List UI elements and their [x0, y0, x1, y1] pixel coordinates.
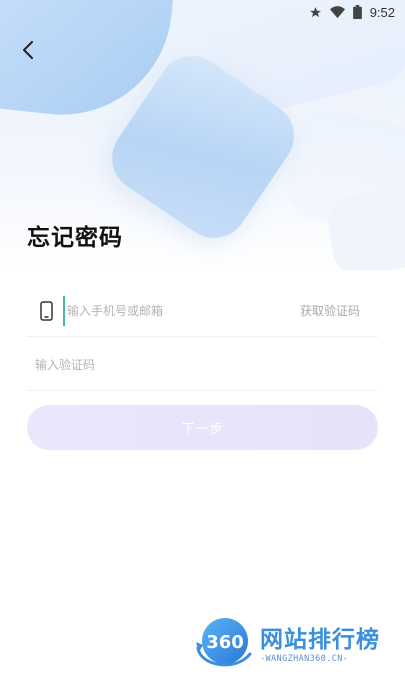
watermark-title: 网站排行榜 [260, 627, 380, 653]
watermark-logo-icon: 360 [196, 618, 252, 667]
page-title: 忘记密码 [27, 225, 123, 251]
watermark-subtitle: -WANGZHAN360.CN- [260, 654, 349, 664]
watermark-logo-text: 360 [206, 632, 244, 653]
get-code-button[interactable]: 获取验证码 [300, 302, 360, 319]
watermark: 360 网站排行榜 -WANGZHAN360.CN- [192, 612, 402, 672]
forgot-password-screen: 9:52 忘记密码 获取验证码 下一步 360 [0, 0, 405, 675]
phone-email-field: 获取验证码 [27, 285, 378, 337]
next-step-button[interactable]: 下一步 [27, 405, 378, 450]
battery-icon [352, 5, 362, 19]
status-bar: 9:52 [0, 0, 405, 24]
verification-code-field [27, 339, 378, 391]
star-icon [309, 6, 322, 19]
status-time: 9:52 [369, 4, 395, 20]
phone-email-input[interactable] [63, 295, 300, 326]
verification-code-input[interactable] [35, 349, 378, 380]
back-button[interactable] [14, 38, 42, 66]
phone-icon [35, 300, 57, 321]
wifi-icon [329, 5, 345, 19]
chevron-left-icon [22, 40, 34, 64]
